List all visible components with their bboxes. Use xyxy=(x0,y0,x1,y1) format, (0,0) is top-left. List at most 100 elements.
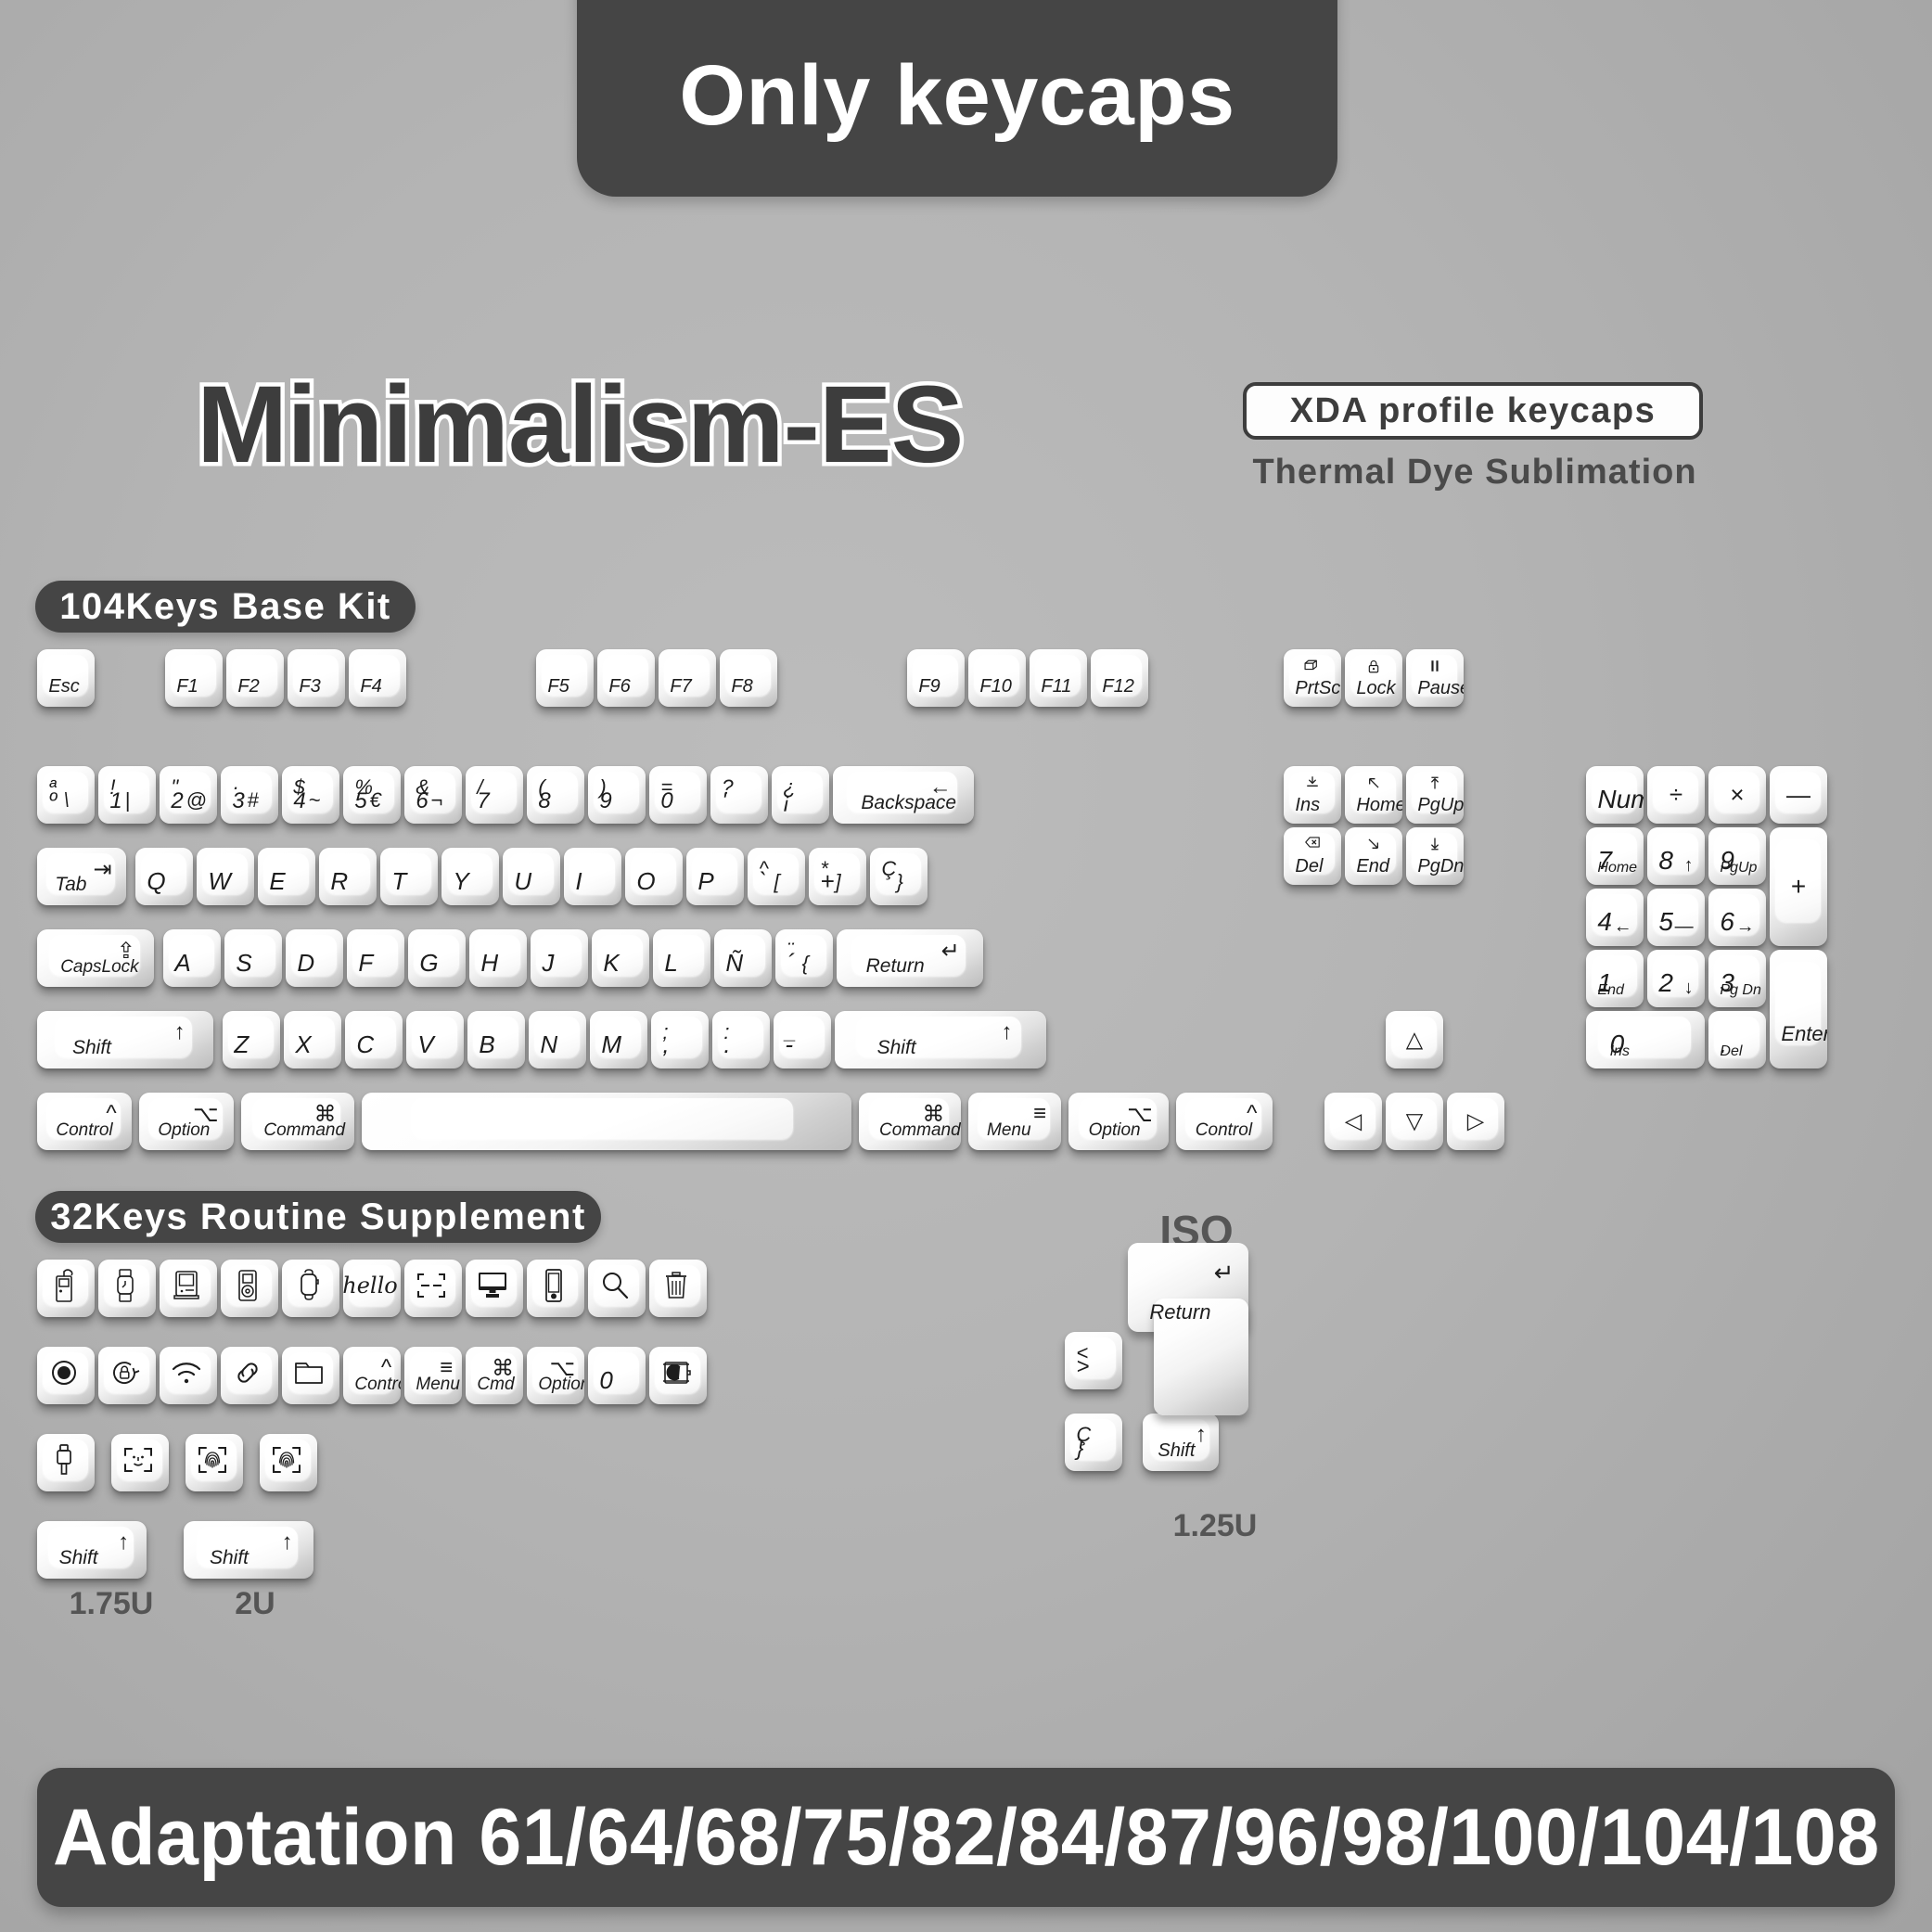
key-m[interactable]: M xyxy=(590,1011,647,1068)
key-del[interactable]: Del xyxy=(1284,827,1341,885)
key-numpad-7[interactable]: 7 Home xyxy=(1586,827,1644,885)
key-rcontrol[interactable]: Control ^ xyxy=(1176,1093,1273,1150)
f4[interactable]: F4 xyxy=(349,649,406,707)
key-face-id[interactable] xyxy=(111,1434,169,1491)
key-iso-cedilla[interactable]: Ç} xyxy=(1065,1414,1122,1471)
key-numpad-9[interactable]: 9 PgUp xyxy=(1708,827,1766,885)
key-shift-175u[interactable]: Shift ↑ xyxy=(37,1521,147,1579)
key-9[interactable]: ) 9 xyxy=(588,766,646,824)
key-numpad-5[interactable]: 5— xyxy=(1647,889,1705,946)
key-3[interactable]: · 3 # xyxy=(221,766,278,824)
key-numpad-enter[interactable]: Enter xyxy=(1770,950,1827,1068)
key-underscore[interactable]: _ - xyxy=(774,1011,831,1068)
key-numpad-4[interactable]: 4 ← xyxy=(1586,889,1644,946)
esc[interactable]: Esc xyxy=(37,649,95,707)
key-numpad-1[interactable]: 1 End xyxy=(1586,950,1644,1007)
key-prtsc[interactable]: PrtSc xyxy=(1284,649,1341,707)
key-numpad-multiply[interactable]: × xyxy=(1708,766,1766,824)
f3[interactable]: F3 xyxy=(288,649,345,707)
key-k[interactable]: K xyxy=(592,929,649,987)
key-d[interactable]: D xyxy=(286,929,343,987)
key-iso-angle[interactable]: < > xyxy=(1065,1332,1122,1389)
key-0[interactable]: = 0 xyxy=(649,766,707,824)
key-apple-watch-band[interactable] xyxy=(98,1260,156,1317)
key-r[interactable]: R xyxy=(319,848,377,905)
key-semicolon[interactable]: ;, xyxy=(651,1011,709,1068)
key-diaeresis[interactable]: ¨ ´{ xyxy=(775,929,833,987)
key-tab[interactable]: Tab ⇥ xyxy=(37,848,126,905)
key-l[interactable]: L xyxy=(653,929,710,987)
key-plus[interactable]: * +] xyxy=(809,848,866,905)
key-arrow-right[interactable]: ▷ xyxy=(1447,1093,1504,1150)
key-touch-id[interactable] xyxy=(260,1434,317,1491)
key-grave[interactable]: ^ `[ xyxy=(748,848,805,905)
key-wifi[interactable] xyxy=(160,1347,217,1404)
key-7[interactable]: /7 xyxy=(466,766,523,824)
key-2[interactable]: " 2 @ xyxy=(160,766,217,824)
key-6[interactable]: & 6 ¬ xyxy=(404,766,462,824)
key-b[interactable]: B xyxy=(467,1011,525,1068)
key-v[interactable]: V xyxy=(406,1011,464,1068)
key-numpad-0[interactable]: 0 Ins xyxy=(1586,1011,1705,1068)
key-numpad-2[interactable]: 2 ↓ xyxy=(1647,950,1705,1007)
key-rotation-lock[interactable] xyxy=(98,1347,156,1404)
key-t[interactable]: T xyxy=(380,848,438,905)
key-numpad-3[interactable]: 3 Pg Dn xyxy=(1708,950,1766,1007)
key-imac[interactable] xyxy=(466,1260,523,1317)
f10[interactable]: F10 xyxy=(968,649,1026,707)
key-o[interactable]: O xyxy=(625,848,683,905)
key-trash[interactable] xyxy=(649,1260,707,1317)
key-iphone[interactable] xyxy=(527,1260,584,1317)
key-capslock[interactable]: CapsLock ⇪ xyxy=(37,929,154,987)
key-n[interactable]: N xyxy=(529,1011,586,1068)
key-1[interactable]: ! 1 | xyxy=(98,766,156,824)
key-u[interactable]: U xyxy=(503,848,560,905)
key-apostrophe[interactable]: ? ' xyxy=(710,766,768,824)
key-i[interactable]: I xyxy=(564,848,621,905)
key-e[interactable]: E xyxy=(258,848,315,905)
key-numpad-plus[interactable]: + xyxy=(1770,827,1827,946)
key-supp-zero[interactable]: 0 xyxy=(588,1347,646,1404)
key-supp-cmd[interactable]: Cmd ⌘ xyxy=(466,1347,523,1404)
key-numpad-decimal[interactable]: . Del xyxy=(1708,1011,1766,1068)
f8[interactable]: F8 xyxy=(720,649,777,707)
key-arrow-left[interactable]: ◁ xyxy=(1324,1093,1382,1150)
key-space[interactable] xyxy=(362,1093,851,1150)
key-return[interactable]: Return ↵ xyxy=(837,929,983,987)
key-supp-menu[interactable]: Menu ≡ xyxy=(404,1347,462,1404)
key-numpad-6[interactable]: 6 → xyxy=(1708,889,1766,946)
key-y[interactable]: Y xyxy=(441,848,499,905)
f5[interactable]: F5 xyxy=(536,649,594,707)
key-a[interactable]: A xyxy=(163,929,221,987)
key-shift-2u[interactable]: Shift ↑ xyxy=(184,1521,313,1579)
key-supp-control[interactable]: Control^ xyxy=(343,1347,401,1404)
key-z[interactable]: Z xyxy=(223,1011,280,1068)
key-g[interactable]: G xyxy=(408,929,466,987)
key-pgup[interactable]: PgUp xyxy=(1406,766,1464,824)
key-4[interactable]: $4 ~ xyxy=(282,766,339,824)
key-ipod-classic[interactable] xyxy=(37,1260,95,1317)
key-s[interactable]: S xyxy=(224,929,282,987)
key-colon[interactable]: :. xyxy=(712,1011,770,1068)
key-j[interactable]: J xyxy=(531,929,588,987)
key-hello[interactable]: hello xyxy=(343,1260,401,1317)
key-macintosh[interactable] xyxy=(160,1260,217,1317)
key-numpad-minus[interactable]: — xyxy=(1770,766,1827,824)
key-lshift[interactable]: Shift ↑ xyxy=(37,1011,213,1068)
f12[interactable]: F12 xyxy=(1091,649,1148,707)
key-pgdn[interactable]: PgDn xyxy=(1406,827,1464,885)
key-iso-return[interactable]: ↵ Return xyxy=(1128,1243,1248,1415)
key-lcontrol[interactable]: Control ^ xyxy=(37,1093,132,1150)
key-record[interactable] xyxy=(37,1347,95,1404)
f11[interactable]: F11 xyxy=(1030,649,1087,707)
key-numpad-8[interactable]: 8 ↑ xyxy=(1647,827,1705,885)
key-inverted-question[interactable]: ¿ ¡ xyxy=(772,766,829,824)
key-end[interactable]: End xyxy=(1345,827,1402,885)
f2[interactable]: F2 xyxy=(226,649,284,707)
key-numpad-divide[interactable]: ÷ xyxy=(1647,766,1705,824)
key-iso-shift[interactable]: Shift ↑ xyxy=(1143,1414,1219,1471)
key-roption[interactable]: Option ⌥ xyxy=(1068,1093,1169,1150)
key-numlock[interactable]: Num xyxy=(1586,766,1644,824)
key-supp-option[interactable]: Option⌥ xyxy=(527,1347,584,1404)
key-apple-watch[interactable] xyxy=(282,1260,339,1317)
